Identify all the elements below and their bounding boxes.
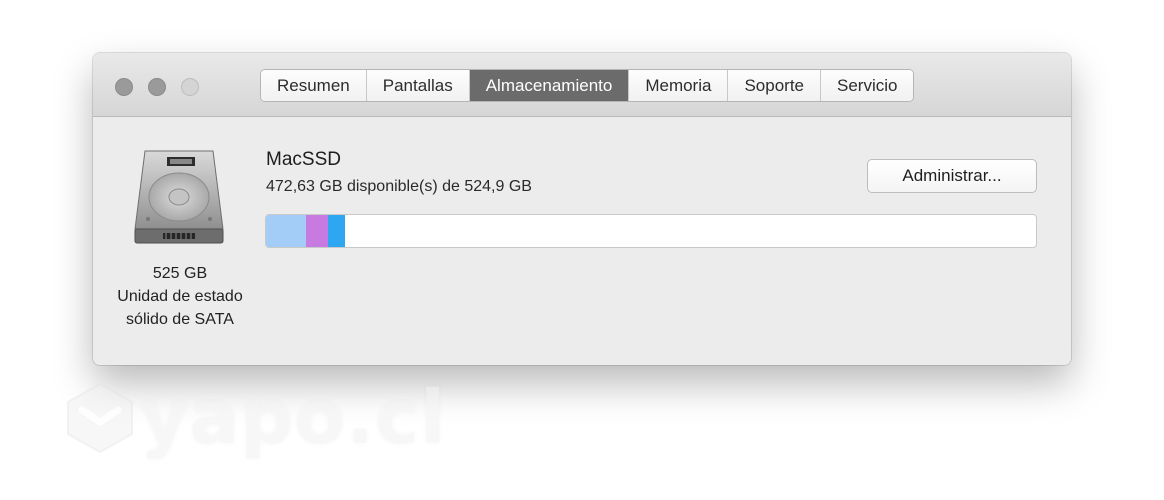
volume-availability: 472,63 GB disponible(s) de 524,9 GB [266, 178, 532, 195]
tab-servicio[interactable]: Servicio [821, 70, 914, 101]
screenshot-stage: Resumen Pantallas Almacenamiento Memoria… [0, 0, 1164, 500]
tab-pantallas[interactable]: Pantallas [366, 70, 470, 101]
close-window-button[interactable] [115, 78, 133, 96]
tab-resumen[interactable]: Resumen [261, 70, 367, 101]
minimize-window-button[interactable] [148, 78, 166, 96]
storage-panel: 525 GB Unidad de estado sólido de SATA M… [93, 117, 1071, 365]
watermark-text: yapo.cl [140, 375, 447, 461]
usage-segment-3[interactable] [328, 215, 346, 247]
drive-info: 525 GB Unidad de estado sólido de SATA [99, 262, 261, 331]
tab-soporte[interactable]: Soporte [728, 70, 821, 101]
drive-capacity: 525 GB [152, 265, 208, 282]
zoom-window-button[interactable] [181, 78, 199, 96]
yapo-logo-icon [67, 382, 133, 454]
hard-drive-icon [133, 147, 225, 247]
watermark: yapo.cl [60, 368, 446, 458]
tab-almacenamiento[interactable]: Almacenamiento [469, 70, 630, 101]
tab-bar: Resumen Pantallas Almacenamiento Memoria… [260, 69, 915, 102]
storage-usage-bar[interactable] [265, 214, 1037, 248]
manage-storage-button[interactable]: Administrar... [867, 159, 1037, 193]
usage-segment-2[interactable] [306, 215, 329, 247]
usage-segment-1[interactable] [266, 215, 307, 247]
window-titlebar: Resumen Pantallas Almacenamiento Memoria… [93, 53, 1071, 117]
tab-memoria[interactable]: Memoria [629, 70, 729, 101]
volume-name: MacSSD [266, 149, 341, 170]
about-this-mac-window: Resumen Pantallas Almacenamiento Memoria… [93, 53, 1071, 365]
drive-type-line1: Unidad de estado [117, 288, 243, 305]
drive-type-line2: sólido de SATA [126, 311, 234, 328]
